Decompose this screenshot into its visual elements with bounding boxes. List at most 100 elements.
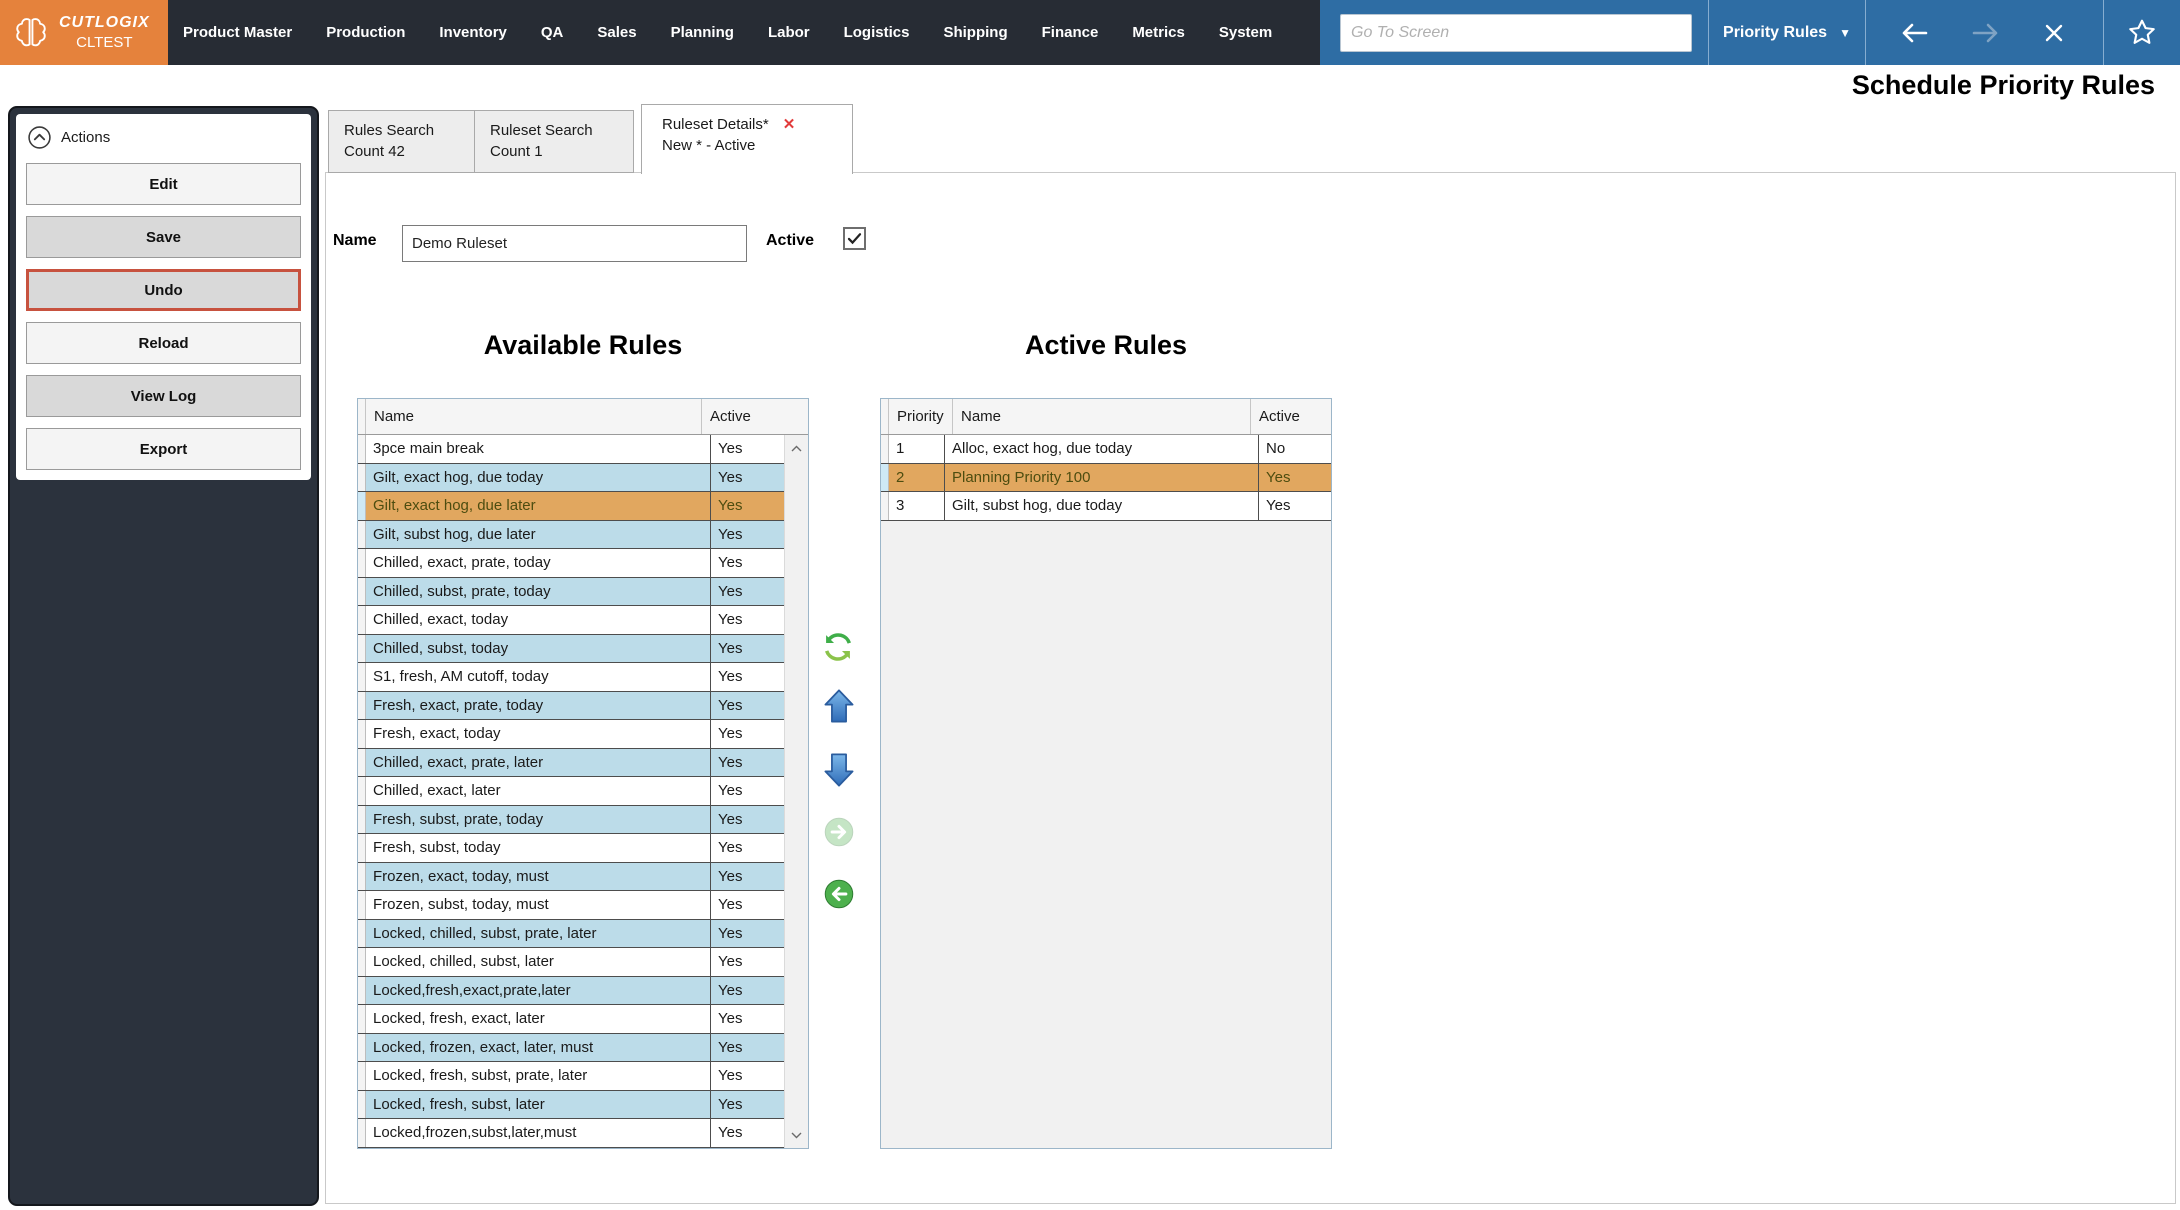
available-rule-row[interactable]: Frozen, exact, today, must Yes (358, 863, 784, 892)
rule-name-cell[interactable]: Locked, fresh, subst, later (366, 1091, 711, 1119)
back-arrow-icon[interactable] (1895, 13, 1935, 53)
rule-priority-cell[interactable]: 3 (889, 492, 945, 520)
action-button[interactable]: View Log (26, 375, 301, 417)
rule-active-cell[interactable]: Yes (711, 578, 784, 606)
available-rule-row[interactable]: Locked, chilled, subst, prate, later Yes (358, 920, 784, 949)
rule-active-cell[interactable]: No (1259, 435, 1331, 463)
rule-active-cell[interactable]: Yes (711, 749, 784, 777)
available-rule-row[interactable]: 3pce main break Yes (358, 435, 784, 464)
nav-menu-item[interactable]: Logistics (844, 24, 910, 41)
active-rule-row[interactable]: 2 Planning Priority 100 Yes (881, 464, 1331, 493)
nav-menu-item[interactable]: System (1219, 24, 1272, 41)
vertical-scrollbar[interactable] (784, 435, 808, 1148)
column-header-priority[interactable]: Priority (889, 399, 953, 434)
available-rule-row[interactable]: Locked, chilled, subst, later Yes (358, 948, 784, 977)
rule-active-cell[interactable]: Yes (711, 1034, 784, 1062)
rule-name-cell[interactable]: Chilled, subst, prate, today (366, 578, 711, 606)
nav-menu-item[interactable]: Production (326, 24, 405, 41)
move-down-icon[interactable] (824, 753, 854, 787)
available-rule-row[interactable]: Locked, fresh, subst, prate, later Yes (358, 1062, 784, 1091)
available-rule-row[interactable]: Chilled, exact, today Yes (358, 606, 784, 635)
column-header-active[interactable]: Active (1251, 399, 1331, 434)
rule-name-cell[interactable]: Gilt, subst hog, due later (366, 521, 711, 549)
rule-active-cell[interactable]: Yes (711, 521, 784, 549)
active-rule-row[interactable]: 3 Gilt, subst hog, due today Yes (881, 492, 1331, 521)
rule-name-cell[interactable]: Locked, frozen, exact, later, must (366, 1034, 711, 1062)
column-header-active[interactable]: Active (702, 399, 784, 434)
active-rule-row[interactable]: 1 Alloc, exact hog, due today No (881, 435, 1331, 464)
action-button[interactable]: Save (26, 216, 301, 258)
rule-name-cell[interactable]: Fresh, exact, prate, today (366, 692, 711, 720)
action-button[interactable]: Undo (26, 269, 301, 311)
available-rule-row[interactable]: Locked, fresh, exact, later Yes (358, 1005, 784, 1034)
action-button[interactable]: Edit (26, 163, 301, 205)
rule-name-cell[interactable]: Planning Priority 100 (945, 464, 1259, 492)
available-rule-row[interactable]: S1, fresh, AM cutoff, today Yes (358, 663, 784, 692)
rule-name-cell[interactable]: Locked,frozen,subst,later,must (366, 1119, 711, 1147)
rule-name-cell[interactable]: Locked, chilled, subst, later (366, 948, 711, 976)
chevron-up-circle-icon[interactable] (27, 125, 52, 150)
rule-name-cell[interactable]: Chilled, subst, today (366, 635, 711, 663)
rule-name-cell[interactable]: S1, fresh, AM cutoff, today (366, 663, 711, 691)
available-rule-row[interactable]: Chilled, exact, prate, later Yes (358, 749, 784, 778)
rule-name-cell[interactable]: Locked, fresh, exact, later (366, 1005, 711, 1033)
rule-active-cell[interactable]: Yes (711, 863, 784, 891)
rule-name-cell[interactable]: Fresh, subst, prate, today (366, 806, 711, 834)
rule-active-cell[interactable]: Yes (711, 663, 784, 691)
rule-name-cell[interactable]: Fresh, subst, today (366, 834, 711, 862)
nav-menu-item[interactable]: Product Master (183, 24, 292, 41)
rule-name-cell[interactable]: Chilled, exact, today (366, 606, 711, 634)
rule-active-cell[interactable]: Yes (1259, 492, 1331, 520)
rule-name-cell[interactable]: Locked, fresh, subst, prate, later (366, 1062, 711, 1090)
move-left-icon[interactable] (824, 879, 854, 909)
rule-name-cell[interactable]: Gilt, exact hog, due today (366, 464, 711, 492)
available-rule-row[interactable]: Locked, fresh, subst, later Yes (358, 1091, 784, 1120)
available-rule-row[interactable]: Gilt, exact hog, due later Yes (358, 492, 784, 521)
rule-active-cell[interactable]: Yes (1259, 464, 1331, 492)
nav-menu-item[interactable]: Planning (671, 24, 734, 41)
column-header-name[interactable]: Name (366, 399, 702, 434)
rule-active-cell[interactable]: Yes (711, 464, 784, 492)
nav-menu-item[interactable]: Shipping (943, 24, 1007, 41)
rule-active-cell[interactable]: Yes (711, 492, 784, 520)
nav-menu-item[interactable]: Metrics (1132, 24, 1185, 41)
rule-name-cell[interactable]: Chilled, exact, later (366, 777, 711, 805)
rule-priority-cell[interactable]: 1 (889, 435, 945, 463)
available-rule-row[interactable]: Fresh, subst, today Yes (358, 834, 784, 863)
available-rule-row[interactable]: Gilt, exact hog, due today Yes (358, 464, 784, 493)
rule-priority-cell[interactable]: 2 (889, 464, 945, 492)
available-rule-row[interactable]: Locked,fresh,exact,prate,later Yes (358, 977, 784, 1006)
rule-name-cell[interactable]: Alloc, exact hog, due today (945, 435, 1259, 463)
rule-name-cell[interactable]: Frozen, subst, today, must (366, 891, 711, 919)
screen-selector-dropdown[interactable]: Priority Rules ▼ (1708, 0, 1866, 65)
nav-menu-item[interactable]: Labor (768, 24, 810, 41)
rule-name-cell[interactable]: Locked, chilled, subst, prate, later (366, 920, 711, 948)
tab-ruleset-details[interactable]: Ruleset Details* ✕ New * - Active (641, 104, 853, 174)
rule-active-cell[interactable]: Yes (711, 720, 784, 748)
rule-active-cell[interactable]: Yes (711, 1062, 784, 1090)
available-rule-row[interactable]: Locked,frozen,subst,later,must Yes (358, 1119, 784, 1148)
ruleset-name-input[interactable] (402, 225, 747, 262)
action-button[interactable]: Reload (26, 322, 301, 364)
column-header-name[interactable]: Name (953, 399, 1251, 434)
favorite-star-button[interactable] (2104, 0, 2180, 65)
rule-active-cell[interactable]: Yes (711, 891, 784, 919)
tab-ruleset-search[interactable]: Ruleset Search Count 1 (474, 110, 634, 173)
available-rule-row[interactable]: Gilt, subst hog, due later Yes (358, 521, 784, 550)
available-rule-row[interactable]: Locked, frozen, exact, later, must Yes (358, 1034, 784, 1063)
rule-active-cell[interactable]: Yes (711, 977, 784, 1005)
nav-menu-item[interactable]: Inventory (439, 24, 507, 41)
rule-active-cell[interactable]: Yes (711, 1119, 784, 1147)
rule-active-cell[interactable]: Yes (711, 948, 784, 976)
available-rule-row[interactable]: Fresh, exact, today Yes (358, 720, 784, 749)
available-rule-row[interactable]: Fresh, exact, prate, today Yes (358, 692, 784, 721)
chevron-down-icon[interactable] (785, 1122, 808, 1148)
available-rule-row[interactable]: Chilled, exact, prate, today Yes (358, 549, 784, 578)
available-rule-row[interactable]: Chilled, subst, today Yes (358, 635, 784, 664)
tab-close-icon[interactable]: ✕ (783, 114, 796, 135)
rule-active-cell[interactable]: Yes (711, 920, 784, 948)
rule-name-cell[interactable]: Chilled, exact, prate, later (366, 749, 711, 777)
move-up-icon[interactable] (824, 689, 854, 723)
rule-active-cell[interactable]: Yes (711, 1005, 784, 1033)
rule-name-cell[interactable]: Fresh, exact, today (366, 720, 711, 748)
